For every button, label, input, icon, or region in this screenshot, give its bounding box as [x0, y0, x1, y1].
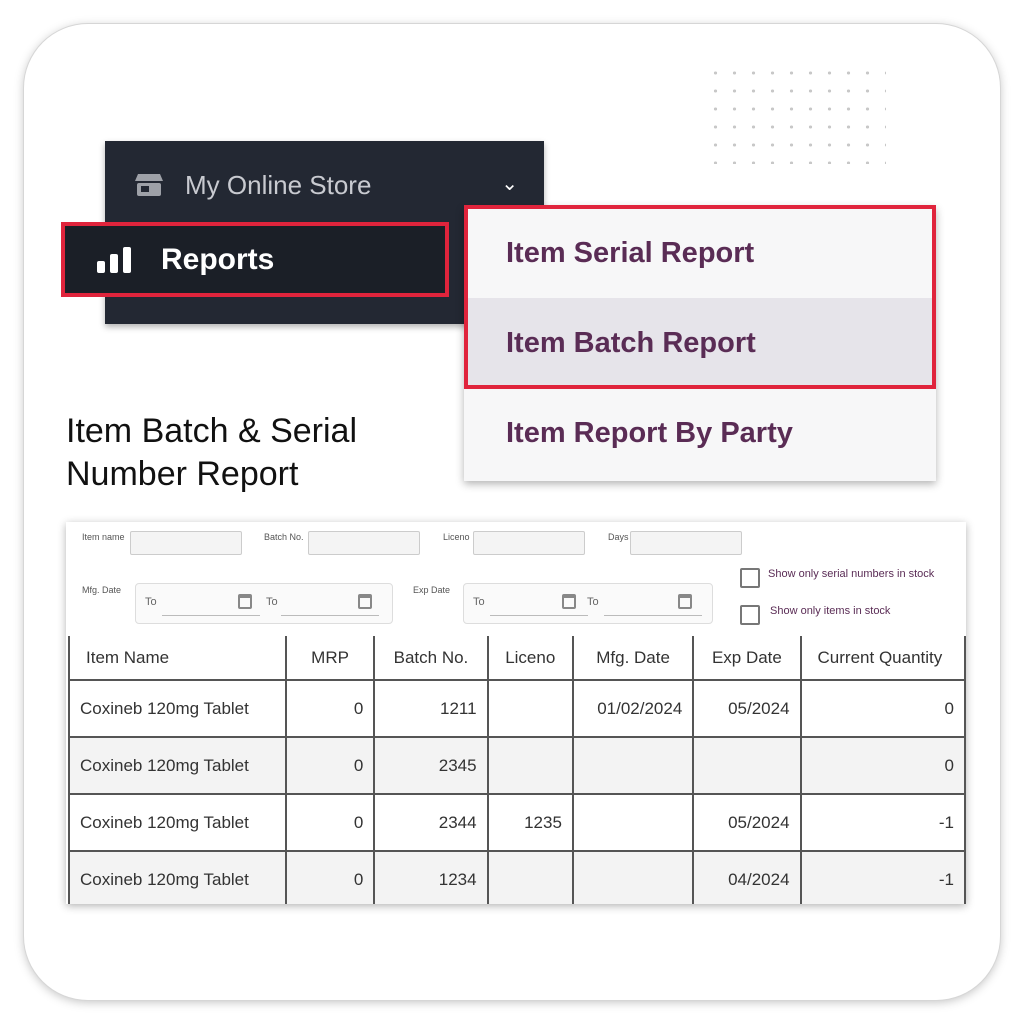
table-cell: 0	[284, 851, 376, 904]
table-cell	[486, 737, 574, 795]
exp-from-input[interactable]	[490, 615, 588, 616]
calendar-icon[interactable]	[358, 594, 372, 609]
table-row[interactable]: Coxineb 120mg Tablet 0 2345 0	[68, 737, 966, 795]
report-table: Item Name MRP Batch No. Liceno Mfg. Date…	[68, 636, 966, 904]
table-cell: 01/02/2024	[571, 680, 695, 738]
show-serial-checkbox[interactable]	[740, 568, 760, 588]
mfg-date-range: To To	[135, 583, 393, 624]
liceno-input[interactable]	[473, 531, 585, 555]
mfg-from-input[interactable]	[162, 615, 260, 616]
table-cell: 0	[284, 794, 376, 852]
table-cell: Coxineb 120mg Tablet	[68, 737, 287, 795]
sidebar-item-reports[interactable]: Reports	[61, 222, 449, 297]
table-cell: Coxineb 120mg Tablet	[68, 680, 287, 738]
table-cell: 04/2024	[692, 851, 802, 904]
calendar-icon[interactable]	[678, 594, 692, 609]
table-cell: 1235	[486, 794, 574, 852]
show-items-checkbox[interactable]	[740, 605, 760, 625]
table-cell: 0	[284, 680, 376, 738]
table-cell	[486, 851, 574, 904]
table-cell: -1	[799, 794, 966, 852]
exp-date-label: Exp Date	[413, 585, 451, 595]
table-cell: 2344	[373, 794, 489, 852]
exp-date-range: To To	[463, 583, 713, 624]
item-name-label: Item name	[82, 532, 125, 542]
table-cell: Coxineb 120mg Tablet	[68, 851, 287, 904]
table-cell: Coxineb 120mg Tablet	[68, 794, 287, 852]
column-header[interactable]: Liceno	[486, 636, 574, 681]
table-cell	[486, 680, 574, 738]
table-cell: 0	[799, 737, 966, 795]
column-header[interactable]: Mfg. Date	[571, 636, 695, 681]
table-cell	[571, 851, 695, 904]
batch-no-label: Batch No.	[264, 532, 304, 542]
table-row[interactable]: Coxineb 120mg Tablet 0 1234 04/2024 -1	[68, 851, 966, 904]
to-label: To	[473, 596, 485, 608]
column-header[interactable]: MRP	[284, 636, 376, 681]
sidebar-item-label: My Online Store	[185, 169, 372, 200]
table-cell: -1	[799, 851, 966, 904]
mfg-to-input[interactable]	[281, 615, 379, 616]
column-header[interactable]: Batch No.	[373, 636, 489, 681]
highlight-box	[464, 205, 936, 389]
menu-item-item-report-by-party[interactable]: Item Report By Party	[464, 388, 936, 478]
table-cell: 0	[284, 737, 376, 795]
table-cell	[571, 737, 695, 795]
batch-no-input[interactable]	[308, 531, 420, 555]
table-row[interactable]: Coxineb 120mg Tablet 0 2344 1235 05/2024 -1	[68, 794, 966, 852]
calendar-icon[interactable]	[238, 594, 252, 609]
title-line: Number Report	[66, 455, 299, 493]
store-icon	[135, 174, 163, 196]
item-name-input[interactable]	[130, 531, 242, 555]
mfg-date-label: Mfg. Date	[82, 585, 122, 595]
page-title: Item Batch & Serial Number Report	[66, 410, 357, 496]
exp-to-input[interactable]	[604, 615, 702, 616]
decorative-dots	[706, 64, 886, 164]
column-header[interactable]: Item Name	[68, 636, 287, 681]
table-cell: 05/2024	[692, 680, 802, 738]
sidebar-item-label: Reports	[161, 242, 275, 276]
days-label: Days	[608, 532, 629, 542]
column-header[interactable]: Current Quantity	[799, 636, 966, 681]
table-cell: 05/2024	[692, 794, 802, 852]
report-panel: Item name Batch No. Liceno Days Mfg. Dat…	[66, 522, 966, 904]
days-input[interactable]	[630, 531, 742, 555]
table-cell	[692, 737, 802, 795]
bar-chart-icon	[97, 246, 131, 273]
table-cell: 0	[799, 680, 966, 738]
table-header-row: Item Name MRP Batch No. Liceno Mfg. Date…	[68, 636, 966, 681]
to-label: To	[145, 596, 157, 608]
table-cell	[571, 794, 695, 852]
liceno-label: Liceno	[443, 532, 470, 542]
to-label: To	[266, 596, 278, 608]
show-items-label: Show only items in stock	[770, 605, 891, 617]
table-cell: 2345	[373, 737, 489, 795]
chevron-down-icon[interactable]: ⌄	[501, 171, 518, 196]
show-serial-label: Show only serial numbers in stock	[768, 568, 935, 580]
calendar-icon[interactable]	[562, 594, 576, 609]
title-line: Item Batch & Serial	[66, 412, 358, 450]
to-label: To	[587, 596, 599, 608]
table-row[interactable]: Coxineb 120mg Tablet 0 1211 01/02/2024 05/20…	[68, 680, 966, 738]
column-header[interactable]: Exp Date	[692, 636, 802, 681]
table-cell: 1211	[373, 680, 489, 738]
table-cell: 1234	[373, 851, 489, 904]
